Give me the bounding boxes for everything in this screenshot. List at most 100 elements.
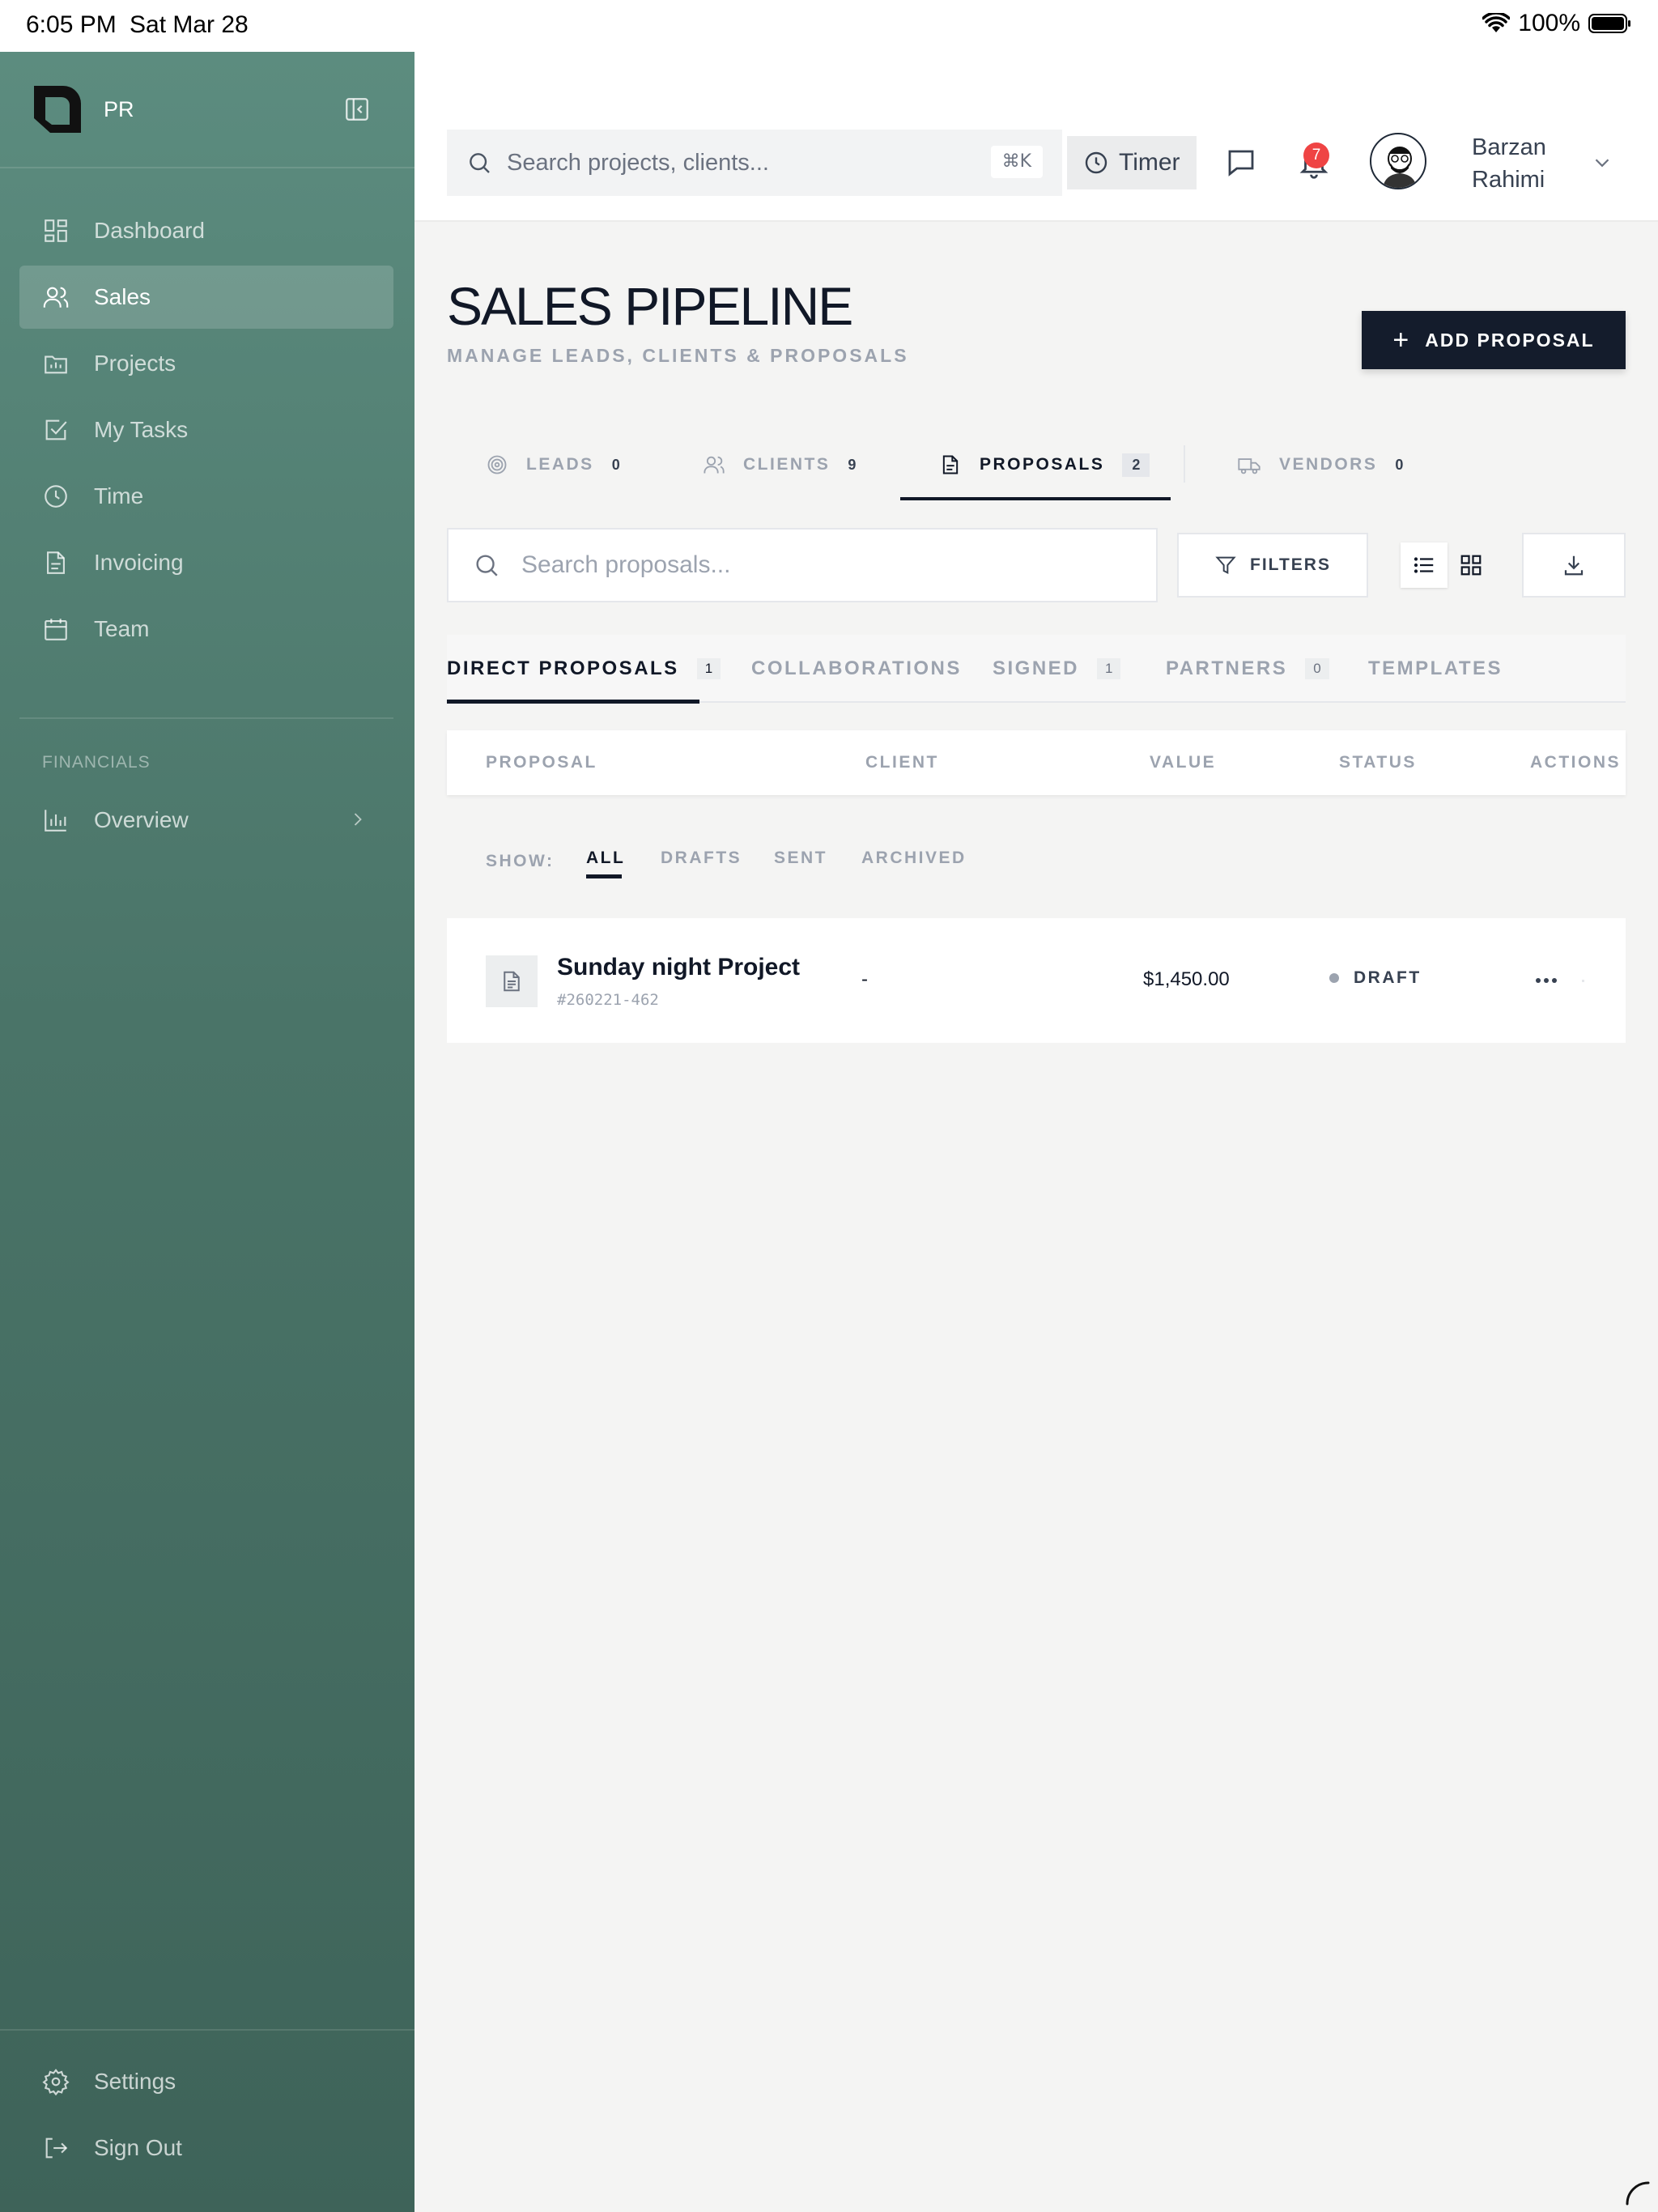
column-header-status[interactable]: STATUS bbox=[1339, 753, 1417, 772]
logo-icon[interactable] bbox=[31, 83, 84, 136]
show-filter-all[interactable]: ALL bbox=[586, 849, 625, 868]
sidebar-item-label: Time bbox=[94, 483, 144, 508]
page-subtitle: MANAGE LEADS, CLIENTS & PROPOSALS bbox=[447, 345, 909, 366]
subtab-count: 1 bbox=[1097, 658, 1121, 679]
more-actions-icon[interactable] bbox=[1532, 968, 1561, 993]
sign-out-icon bbox=[42, 2134, 70, 2162]
sidebar-item-label: Invoicing bbox=[94, 550, 184, 575]
check-square-icon bbox=[42, 416, 70, 444]
status-label: DRAFT bbox=[1354, 968, 1422, 987]
battery-icon bbox=[1588, 13, 1632, 34]
column-header-actions: ACTIONS bbox=[1530, 753, 1621, 772]
sidebar-item-dashboard[interactable]: Dashboard bbox=[19, 199, 393, 262]
sidebar-financials: Overview bbox=[19, 789, 393, 855]
list-view-icon[interactable] bbox=[1401, 542, 1448, 588]
grid-view-icon[interactable] bbox=[1448, 542, 1494, 588]
active-show-filter-indicator bbox=[586, 874, 622, 878]
subtab-collaborations[interactable]: COLLABORATIONS bbox=[751, 635, 962, 703]
table-row[interactable]: Sunday night Project #260221-462 - $1,45… bbox=[447, 918, 1626, 1043]
global-search-input[interactable]: Search projects, clients... ⌘K bbox=[447, 130, 1062, 196]
show-filter-drafts[interactable]: DRAFTS bbox=[661, 849, 742, 868]
sidebar-footer: Settings Sign Out bbox=[0, 2029, 414, 2183]
bar-chart-icon bbox=[42, 806, 70, 834]
clock-icon bbox=[42, 483, 70, 510]
row-scroll-hint bbox=[1582, 980, 1584, 982]
download-icon bbox=[1562, 553, 1586, 577]
search-placeholder: Search proposals... bbox=[521, 551, 731, 578]
collapse-sidebar-icon[interactable] bbox=[343, 96, 371, 123]
chevron-down-icon[interactable] bbox=[1590, 151, 1614, 175]
wifi-icon bbox=[1482, 13, 1511, 34]
user-last-name: Rahimi bbox=[1472, 167, 1545, 193]
chat-icon[interactable] bbox=[1224, 146, 1258, 180]
tab-count: 9 bbox=[848, 456, 857, 473]
subtab-count: 0 bbox=[1305, 658, 1329, 679]
plus-icon: + bbox=[1392, 324, 1411, 355]
subtab-templates[interactable]: TEMPLATES bbox=[1368, 635, 1503, 703]
subtab-direct-proposals[interactable]: DIRECT PROPOSALS 1 bbox=[447, 635, 721, 703]
sidebar-item-label: Sign Out bbox=[94, 2135, 182, 2160]
sidebar-item-label: Settings bbox=[94, 2069, 176, 2094]
sidebar-item-sales[interactable]: Sales bbox=[19, 266, 393, 329]
sidebar-item-my-tasks[interactable]: My Tasks bbox=[19, 398, 393, 462]
user-name[interactable]: Barzan Rahimi bbox=[1472, 131, 1585, 196]
add-proposal-button[interactable]: + ADD PROPOSAL bbox=[1362, 311, 1626, 369]
column-header-proposal[interactable]: PROPOSAL bbox=[486, 753, 597, 772]
download-button[interactable] bbox=[1522, 533, 1626, 598]
tab-proposals[interactable]: PROPOSALS 2 bbox=[939, 429, 1150, 500]
sidebar-item-overview[interactable]: Overview bbox=[19, 789, 393, 852]
active-subtab-indicator bbox=[447, 700, 699, 704]
tab-clients[interactable]: CLIENTS 9 bbox=[703, 429, 856, 500]
proposal-client: - bbox=[861, 968, 868, 990]
sidebar-item-settings[interactable]: Settings bbox=[19, 2050, 395, 2113]
timer-button[interactable]: Timer bbox=[1067, 136, 1197, 189]
sidebar-header: PR bbox=[0, 52, 414, 168]
tab-label: CLIENTS bbox=[743, 455, 831, 474]
subtab-partners[interactable]: PARTNERS 0 bbox=[1166, 635, 1329, 703]
search-icon bbox=[473, 551, 500, 579]
tab-count: 0 bbox=[1395, 456, 1404, 473]
status-dot bbox=[1329, 973, 1339, 983]
filters-label: FILTERS bbox=[1250, 555, 1331, 574]
proposal-value: $1,450.00 bbox=[1143, 968, 1230, 990]
resize-handle-icon[interactable] bbox=[1622, 2178, 1652, 2207]
column-header-client[interactable]: CLIENT bbox=[865, 753, 939, 772]
column-header-value[interactable]: VALUE bbox=[1150, 753, 1216, 772]
brand-name: PR bbox=[104, 97, 134, 121]
filters-button[interactable]: FILTERS bbox=[1177, 533, 1368, 598]
target-icon bbox=[486, 453, 526, 476]
file-text-icon bbox=[42, 549, 70, 576]
tab-vendors[interactable]: VENDORS 0 bbox=[1237, 429, 1403, 500]
sidebar-item-sign-out[interactable]: Sign Out bbox=[19, 2116, 395, 2180]
proposal-subtabs: DIRECT PROPOSALS 1 COLLABORATIONS SIGNED… bbox=[447, 635, 1626, 704]
status-bar: 6:05 PM Sat Mar 28 100% bbox=[0, 0, 1658, 52]
sidebar-item-time[interactable]: Time bbox=[19, 465, 393, 528]
show-label: SHOW: bbox=[486, 852, 555, 870]
page-title: SALES PIPELINE bbox=[447, 276, 853, 336]
status-time: 6:05 PM bbox=[26, 11, 117, 38]
proposal-id: #260221-462 bbox=[557, 991, 659, 1009]
battery-percent: 100% bbox=[1518, 10, 1580, 36]
sidebar-item-label: Overview bbox=[94, 807, 189, 832]
subtab-label: DIRECT PROPOSALS bbox=[447, 657, 679, 679]
truck-icon bbox=[1237, 453, 1279, 476]
proposal-name[interactable]: Sunday night Project bbox=[557, 954, 800, 981]
show-filter-bar: SHOW: ALL DRAFTS SENT ARCHIVED bbox=[486, 842, 1214, 883]
chevron-right-icon bbox=[346, 808, 369, 831]
show-filter-sent[interactable]: SENT bbox=[774, 849, 827, 868]
tab-label: VENDORS bbox=[1279, 455, 1378, 474]
sidebar-item-team[interactable]: Team bbox=[19, 598, 393, 661]
subtab-signed[interactable]: SIGNED 1 bbox=[993, 635, 1121, 703]
tab-leads[interactable]: LEADS 0 bbox=[486, 429, 620, 500]
sidebar-item-projects[interactable]: Projects bbox=[19, 332, 393, 395]
proposal-search-input[interactable]: Search proposals... bbox=[447, 528, 1158, 602]
users-icon bbox=[42, 283, 70, 311]
subtab-label: COLLABORATIONS bbox=[751, 657, 962, 679]
show-filter-archived[interactable]: ARCHIVED bbox=[861, 849, 967, 868]
sidebar: PR Dashboard Sales Projects My Tasks Tim… bbox=[0, 52, 414, 2212]
tab-count: 2 bbox=[1122, 453, 1150, 477]
tab-count: 0 bbox=[611, 456, 620, 473]
sidebar-item-invoicing[interactable]: Invoicing bbox=[19, 531, 393, 594]
tab-label: PROPOSALS bbox=[980, 455, 1105, 474]
avatar[interactable] bbox=[1370, 133, 1426, 189]
